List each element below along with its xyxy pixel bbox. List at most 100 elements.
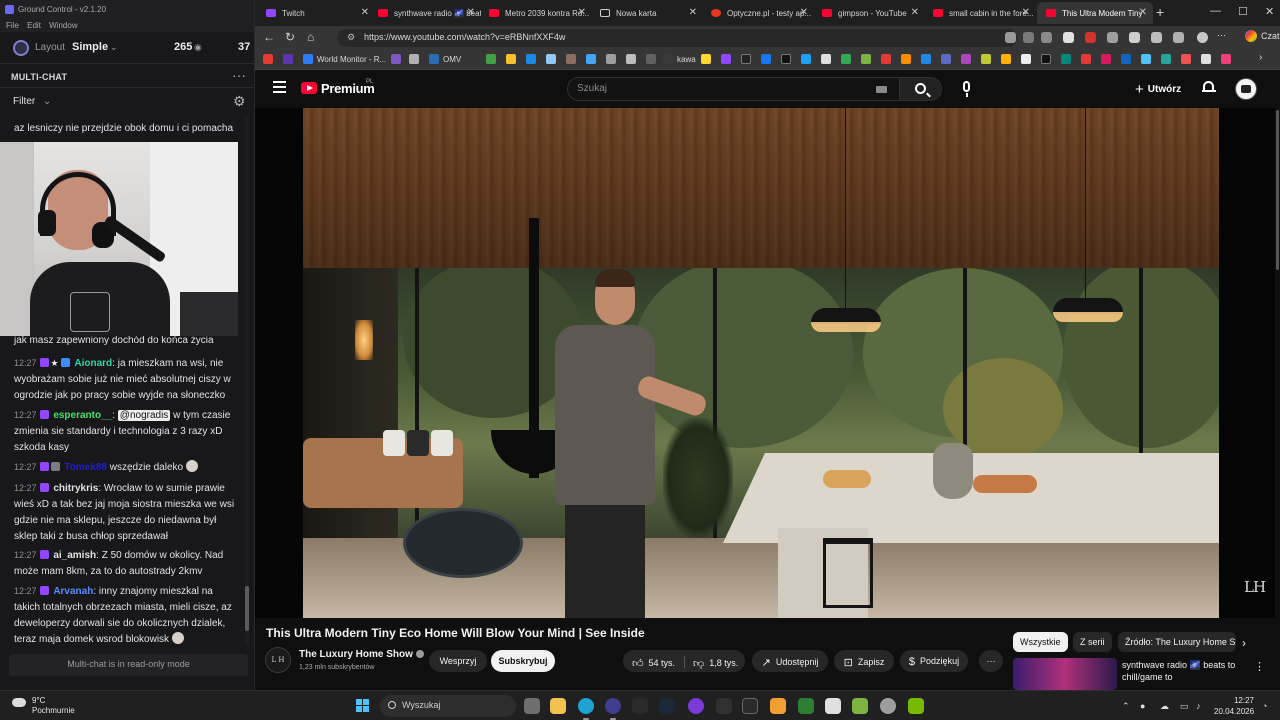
bookmark-icon[interactable] xyxy=(566,54,580,66)
close-window-icon[interactable]: ✕ xyxy=(1265,5,1274,18)
close-icon[interactable]: ✕ xyxy=(467,7,475,18)
close-icon[interactable]: ✕ xyxy=(800,7,808,18)
avatar[interactable] xyxy=(1235,78,1257,100)
bookmark-icon[interactable] xyxy=(626,54,640,66)
dislike-button[interactable]: 👎︎ 1,8 tys. xyxy=(693,658,738,670)
more-actions-button[interactable]: ··· xyxy=(979,650,1003,672)
bookmark-icon[interactable] xyxy=(606,54,620,66)
scrollbar-thumb[interactable] xyxy=(1276,110,1279,270)
steam-icon[interactable] xyxy=(659,698,675,714)
message-username[interactable]: Arvanah xyxy=(53,586,93,597)
filter-button[interactable]: Filter xyxy=(13,96,35,107)
bookmark-icon[interactable] xyxy=(1001,54,1015,66)
bookmark-icon[interactable] xyxy=(781,54,795,66)
chevron-down-icon[interactable]: ⌄ xyxy=(110,42,118,53)
gc-menu-file[interactable]: File xyxy=(6,21,19,30)
message-username[interactable]: chitrykris xyxy=(53,483,98,494)
bookmark-icon[interactable] xyxy=(546,54,560,66)
chevron-up-icon[interactable]: ⌃ xyxy=(1122,701,1130,712)
copilot-chat-button[interactable]: Czat xyxy=(1245,30,1280,42)
bookmark-omv[interactable]: OMV xyxy=(429,54,461,66)
close-icon[interactable]: ✕ xyxy=(1022,7,1030,18)
app-icon[interactable] xyxy=(825,698,841,714)
tab-metro[interactable]: Metro 2039 kontra Ro... ✕ xyxy=(480,2,592,24)
tab-twitch[interactable]: Twitch ✕ xyxy=(257,2,375,24)
bookmark-icon[interactable] xyxy=(1121,54,1135,66)
puzzle-icon[interactable] xyxy=(1129,32,1140,43)
channel-watermark[interactable]: LH xyxy=(1244,578,1266,596)
bookmark-icon[interactable] xyxy=(901,54,915,66)
channel-name[interactable]: The Luxury Home Show xyxy=(299,649,424,660)
chat-scrollbar[interactable] xyxy=(245,116,249,646)
chevron-down-icon[interactable]: ⌄ xyxy=(43,96,51,107)
bookmark-star-icon[interactable] xyxy=(1041,32,1052,43)
bookmark-icon[interactable] xyxy=(1161,54,1175,66)
recommendation-thumbnail[interactable] xyxy=(1013,658,1117,690)
bookmark-icon[interactable] xyxy=(391,54,405,66)
youtube-logo-icon[interactable] xyxy=(301,82,317,94)
notifications-icon[interactable]: ◔ xyxy=(1262,701,1267,711)
bookmark-icon[interactable] xyxy=(1021,54,1035,66)
tab-optyczne[interactable]: Optyczne.pl - testy ap... ✕ xyxy=(702,2,814,24)
volume-icon[interactable]: ♪ xyxy=(1196,701,1201,711)
close-icon[interactable]: ✕ xyxy=(689,7,697,18)
bookmark-icon[interactable] xyxy=(941,54,955,66)
url-field[interactable]: ⚙ https://www.youtube.com/watch?v=eRBNnf… xyxy=(337,29,1017,47)
maps-icon[interactable] xyxy=(716,698,732,714)
close-icon[interactable]: ✕ xyxy=(1139,7,1147,18)
bookmark-icon[interactable] xyxy=(506,54,520,66)
bookmark-kawa[interactable]: kawa xyxy=(663,54,696,66)
message-username[interactable]: ai_amish xyxy=(53,550,96,561)
bookmark-icon[interactable] xyxy=(283,54,297,66)
more-menu-icon[interactable]: ⋯ xyxy=(1217,30,1228,41)
system-clock[interactable]: 12:27 20.04.2026 xyxy=(1214,695,1254,717)
bookmark-icon[interactable] xyxy=(961,54,975,66)
bookmark-icon[interactable] xyxy=(1101,54,1115,66)
back-icon[interactable]: ← xyxy=(263,30,275,44)
save-button[interactable]: ⊡ Zapisz xyxy=(834,650,894,672)
tab-cabin[interactable]: small cabin in the fore... ✕ xyxy=(924,2,1036,24)
app-icon[interactable] xyxy=(852,698,868,714)
bookmark-icon[interactable] xyxy=(921,54,935,66)
like-button[interactable]: 👍︎ 54 tys. xyxy=(632,658,675,670)
bookmark-icon[interactable] xyxy=(1041,54,1055,66)
recommendation-title[interactable]: synthwave radio 🌌 beats to chill/game to xyxy=(1122,659,1252,683)
collections-icon[interactable] xyxy=(1173,32,1184,43)
tab-synthwave[interactable]: synthwave radio 🌌 beats to✕ xyxy=(369,2,481,24)
install-icon[interactable] xyxy=(1023,32,1034,43)
message-username[interactable]: Tomek88 xyxy=(64,462,107,473)
video-player[interactable]: LH xyxy=(255,108,1280,618)
bookmark-icon[interactable] xyxy=(821,54,835,66)
tab-new[interactable]: Nowa karta ✕ xyxy=(591,2,703,24)
taskbar-search[interactable]: Wyszukaj xyxy=(380,695,516,717)
file-explorer-icon[interactable] xyxy=(550,698,566,714)
minimize-icon[interactable]: — xyxy=(1210,5,1221,17)
bookmark-icon[interactable] xyxy=(1201,54,1215,66)
gear-icon[interactable]: ⚙ xyxy=(233,93,246,110)
translate-icon[interactable] xyxy=(1005,32,1016,43)
reload-icon[interactable]: ↻ xyxy=(285,30,295,44)
search-input[interactable]: Szukaj xyxy=(567,77,900,101)
bookmark-icon[interactable] xyxy=(881,54,895,66)
create-button[interactable]: + Utwórz xyxy=(1135,81,1181,98)
bookmark-icon[interactable] xyxy=(263,54,277,66)
network-icon[interactable]: ▭ xyxy=(1180,701,1189,712)
edge-icon[interactable] xyxy=(578,698,594,714)
bookmark-icon[interactable] xyxy=(486,54,500,66)
chevron-right-icon[interactable]: › xyxy=(1242,636,1246,650)
message-username[interactable]: esperanto__ xyxy=(53,410,112,421)
bookmark-icon[interactable] xyxy=(741,54,755,66)
subscribe-button[interactable]: Subskrybuj xyxy=(491,650,555,672)
gc-menu-edit[interactable]: Edit xyxy=(27,21,41,30)
notifications-bell-icon[interactable] xyxy=(1202,80,1216,94)
chip-all[interactable]: Wszystkie xyxy=(1013,632,1068,652)
scrollbar-thumb[interactable] xyxy=(245,586,249,631)
start-button[interactable] xyxy=(356,699,370,713)
close-icon[interactable]: ✕ xyxy=(361,7,369,18)
tab-active-video[interactable]: This Ultra Modern Tiny ✕ xyxy=(1037,2,1153,24)
page-scrollbar[interactable] xyxy=(1275,70,1280,690)
bookmark-icon[interactable] xyxy=(1221,54,1235,66)
more-options-icon[interactable]: ··· xyxy=(232,67,246,83)
keyboard-icon[interactable] xyxy=(876,86,887,93)
site-info-icon[interactable]: ⚙ xyxy=(347,32,355,43)
